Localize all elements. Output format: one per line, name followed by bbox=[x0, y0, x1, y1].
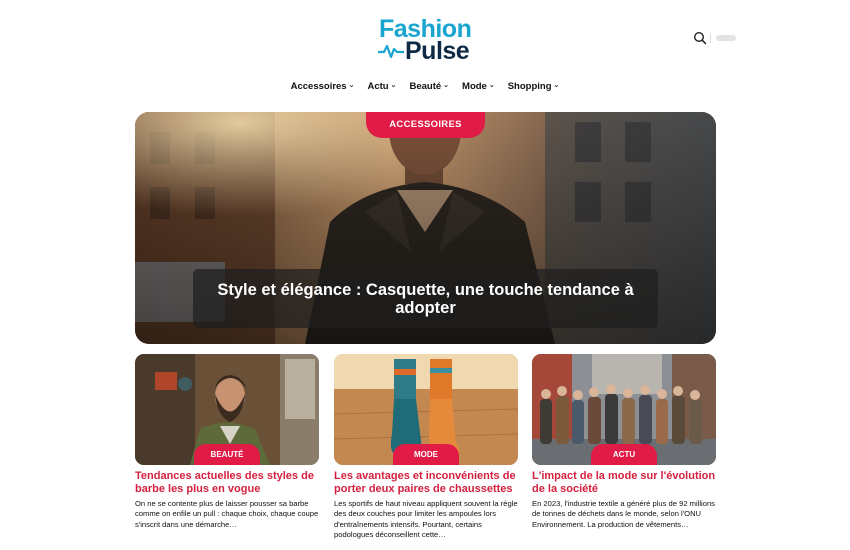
hero-title-box: Style et élégance : Casquette, une touch… bbox=[193, 269, 658, 328]
article-card-title[interactable]: Tendances actuelles des styles de barbe … bbox=[135, 470, 319, 496]
category-badge[interactable]: ACTU bbox=[591, 444, 657, 465]
article-card-image[interactable]: MODE bbox=[334, 354, 518, 465]
theme-toggle[interactable] bbox=[716, 35, 736, 41]
main-nav: Accessoires ⌄ Actu ⌄ Beauté ⌄ Mode ⌄ Sho… bbox=[0, 79, 850, 95]
category-badge[interactable]: MODE bbox=[393, 444, 459, 465]
chevron-down-icon: ⌄ bbox=[390, 82, 397, 89]
search-icon[interactable] bbox=[693, 31, 707, 45]
article-card: BEAUTÉ Tendances actuelles des styles de… bbox=[135, 354, 319, 530]
header-divider bbox=[710, 33, 711, 43]
logo-text-pulse: Pulse bbox=[405, 37, 470, 65]
article-card-excerpt: Les sportifs de haut niveau appliquent s… bbox=[334, 499, 518, 539]
logo-pulse-row: Pulse bbox=[378, 38, 474, 64]
article-card-excerpt: On ne se contente plus de laisser pousse… bbox=[135, 499, 319, 529]
nav-item-actu[interactable]: Actu ⌄ bbox=[367, 79, 396, 95]
hero-article[interactable]: Style et élégance : Casquette, une touch… bbox=[135, 112, 716, 344]
nav-item-shopping[interactable]: Shopping ⌄ bbox=[508, 79, 560, 95]
article-card-title[interactable]: L'impact de la mode sur l'évolution de l… bbox=[532, 470, 716, 496]
article-card-title[interactable]: Les avantages et inconvénients de porter… bbox=[334, 470, 518, 496]
nav-item-beaute[interactable]: Beauté ⌄ bbox=[409, 79, 449, 95]
nav-item-label: Shopping bbox=[507, 81, 552, 92]
pulse-line-icon bbox=[378, 44, 404, 58]
chevron-down-icon: ⌄ bbox=[348, 82, 355, 89]
category-badge[interactable]: BEAUTÉ bbox=[194, 444, 260, 465]
article-card: MODE Les avantages et inconvénients de p… bbox=[334, 354, 518, 540]
article-card-image[interactable]: ACTU bbox=[532, 354, 716, 465]
nav-item-label: Accessoires bbox=[290, 81, 347, 92]
chevron-down-icon: ⌄ bbox=[488, 82, 495, 89]
article-card-excerpt: En 2023, l'industrie textile a généré pl… bbox=[532, 499, 715, 529]
chevron-down-icon: ⌄ bbox=[553, 82, 560, 89]
nav-item-label: Actu bbox=[367, 81, 389, 92]
nav-item-label: Beauté bbox=[409, 81, 442, 92]
nav-item-mode[interactable]: Mode ⌄ bbox=[462, 79, 495, 95]
hero-category-badge[interactable]: ACCESSOIRES bbox=[366, 112, 485, 138]
nav-item-label: Mode bbox=[462, 81, 487, 92]
article-card: ACTU L'impact de la mode sur l'évolution… bbox=[532, 354, 716, 530]
hero-title[interactable]: Style et élégance : Casquette, une touch… bbox=[213, 281, 638, 317]
site-logo[interactable]: Fashion Pulse bbox=[378, 16, 474, 64]
article-card-image[interactable]: BEAUTÉ bbox=[135, 354, 319, 465]
nav-item-accessoires[interactable]: Accessoires ⌄ bbox=[291, 79, 355, 95]
chevron-down-icon: ⌄ bbox=[443, 82, 450, 89]
